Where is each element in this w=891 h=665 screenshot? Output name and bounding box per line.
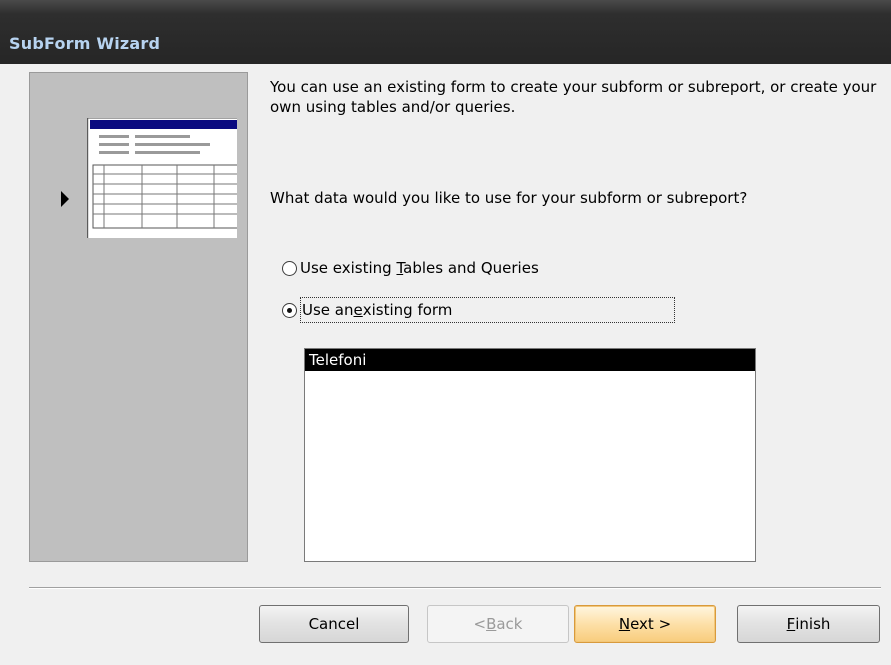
option-label: Use existing Tables and Queries	[300, 259, 539, 277]
option-existing-form[interactable]: Use an e xisting form	[282, 297, 675, 323]
subform-wizard-window: SubForm Wizard You can use an existing f…	[0, 0, 891, 665]
wizard-question: What data would you like to use for your…	[270, 189, 748, 207]
wizard-description: You can use an existing form to create y…	[270, 78, 877, 116]
preview-panel	[29, 72, 248, 562]
radio-button[interactable]	[282, 260, 297, 276]
forms-listbox[interactable]: Telefoni	[304, 348, 756, 562]
next-button[interactable]: Next >	[574, 605, 716, 643]
back-button[interactable]: < Back	[427, 605, 569, 643]
list-item[interactable]: Telefoni	[305, 349, 755, 371]
title-bar[interactable]: SubForm Wizard	[0, 0, 891, 64]
radio-button-selected[interactable]	[282, 302, 297, 318]
option-tables-queries[interactable]: Use existing Tables and Queries	[282, 256, 539, 280]
option-label: Use an e xisting form	[300, 297, 675, 323]
divider-highlight	[29, 588, 881, 589]
finish-button[interactable]: Finish	[737, 605, 880, 643]
cancel-button[interactable]: Cancel	[259, 605, 409, 643]
radio-dot-icon	[287, 307, 292, 313]
subform-preview-icon	[61, 118, 237, 238]
window-title: SubForm Wizard	[9, 34, 161, 53]
